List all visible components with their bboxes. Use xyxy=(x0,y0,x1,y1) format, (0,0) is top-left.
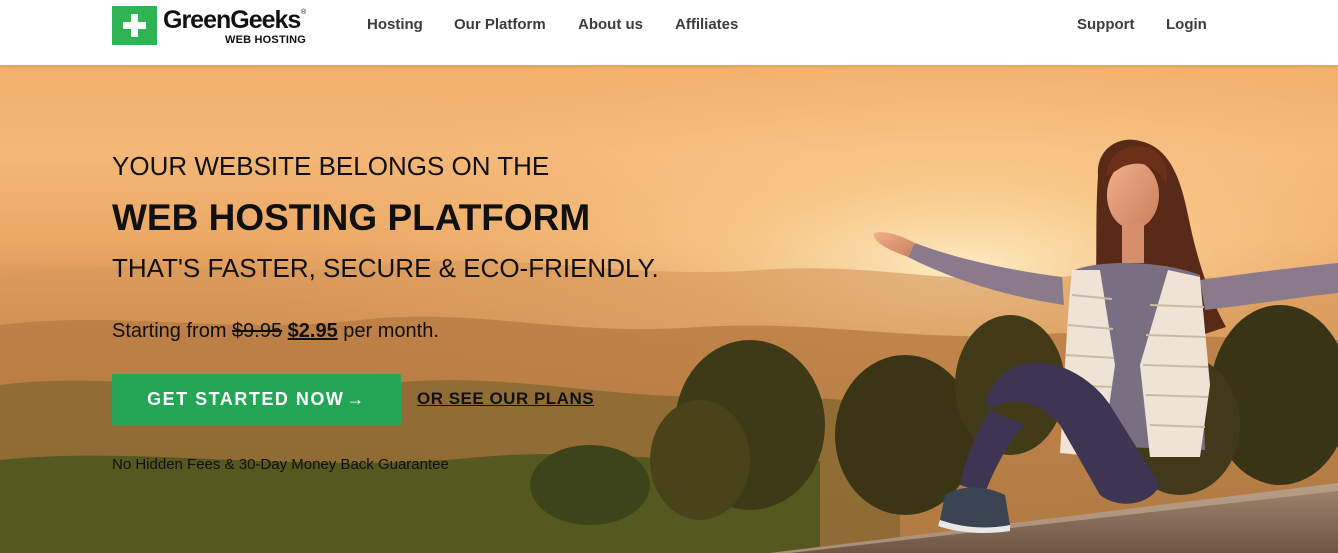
nav-about-us[interactable]: About us xyxy=(578,16,643,34)
plus-logo-icon xyxy=(112,6,157,45)
hero-headline-top: YOUR WEBSITE BELONGS ON THE xyxy=(112,151,550,181)
registered-mark: ® xyxy=(301,9,307,16)
price-suffix: per month. xyxy=(343,320,439,342)
get-started-label: GET STARTED NOW xyxy=(147,389,345,409)
arrow-right-icon: → xyxy=(346,389,366,409)
nav-support[interactable]: Support xyxy=(1077,16,1135,34)
nav-login[interactable]: Login xyxy=(1166,16,1207,34)
nav-hosting[interactable]: Hosting xyxy=(367,16,423,34)
logo-wordmark: GreenGeeks ® WEB HOSTING xyxy=(163,6,313,48)
greengeeks-logo[interactable]: GreenGeeks ® WEB HOSTING xyxy=(112,6,313,48)
hero-section: YOUR WEBSITE BELONGS ON THE WEB HOSTING … xyxy=(0,65,1338,553)
brand-name: GreenGeeks xyxy=(163,6,301,34)
brand-subtitle: WEB HOSTING xyxy=(225,34,307,46)
price-prefix: Starting from xyxy=(112,320,227,342)
site-header: GreenGeeks ® WEB HOSTING Hosting Our Pla… xyxy=(0,0,1338,65)
hero-background-image xyxy=(0,65,1338,553)
hero-headline-bottom: THAT'S FASTER, SECURE & ECO-FRIENDLY. xyxy=(112,253,659,283)
nav-affiliates[interactable]: Affiliates xyxy=(675,16,738,34)
hero-headline-main: WEB HOSTING PLATFORM xyxy=(112,197,591,238)
price-line: Starting from $9.95 $2.95 per month. xyxy=(112,319,439,343)
price-new: $2.95 xyxy=(287,320,338,342)
get-started-button[interactable]: GET STARTED NOW → xyxy=(112,374,401,425)
price-old: $9.95 xyxy=(232,320,283,342)
see-plans-link[interactable]: OR SEE OUR PLANS xyxy=(417,389,594,409)
nav-our-platform[interactable]: Our Platform xyxy=(454,16,546,34)
guarantee-text: No Hidden Fees & 30-Day Money Back Guara… xyxy=(112,456,449,473)
